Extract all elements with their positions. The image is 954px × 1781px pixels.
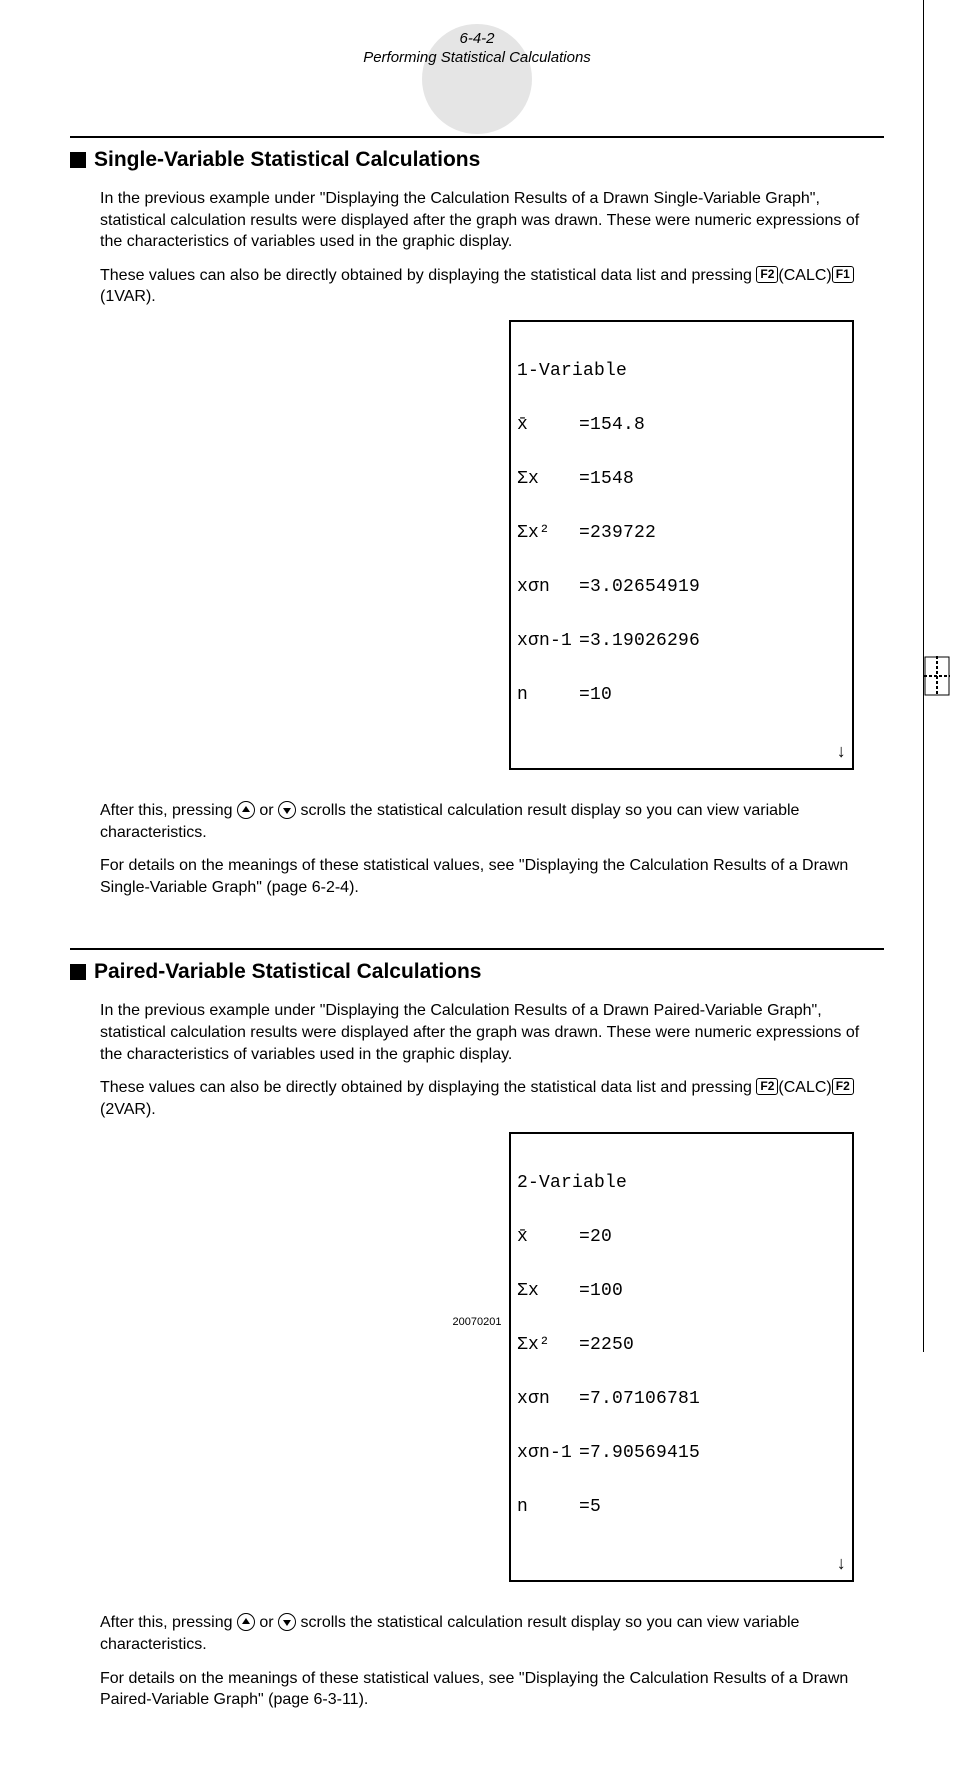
row-value: =3.02654919 [579, 578, 700, 596]
footer-date: 20070201 [0, 1316, 954, 1328]
screen-wrap: 2-Variable x̄=20 Σx=100 Σx²=2250 xσn=7.0… [70, 1132, 884, 1612]
page-content: 6-4-2 Performing Statistical Calculation… [0, 0, 954, 1781]
key-f1: F1 [832, 266, 854, 283]
section-single-variable: Single-Variable Statistical Calculations… [70, 136, 884, 898]
text: or [255, 1614, 278, 1631]
screen-row: n=10 [517, 686, 846, 704]
scroll-down-arrow-icon: ↓ [837, 742, 846, 760]
screen-row: n=5 [517, 1498, 846, 1516]
section-title-text: Paired-Variable Statistical Calculations [94, 960, 482, 984]
text: After this, pressing [100, 802, 237, 819]
text: These values can also be directly obtain… [100, 1079, 756, 1096]
row-label: n [517, 1498, 579, 1516]
para: These values can also be directly obtain… [100, 265, 884, 308]
row-label: Σx [517, 470, 579, 488]
black-square-icon [70, 964, 86, 980]
row-label: xσn-1 [517, 1444, 579, 1462]
page-header-title: Performing Statistical Calculations [70, 49, 884, 66]
page-header: 6-4-2 Performing Statistical Calculation… [70, 30, 884, 66]
row-label: Σx [517, 1282, 579, 1300]
screen-row: Σx²=239722 [517, 524, 846, 542]
text: These values can also be directly obtain… [100, 267, 756, 284]
row-label: Σx² [517, 524, 579, 542]
text: (1VAR). [100, 288, 156, 305]
key-f2: F2 [756, 266, 778, 283]
row-value: =100 [579, 1282, 623, 1300]
section-paired-variable: Paired-Variable Statistical Calculations… [70, 948, 884, 1710]
row-value: =239722 [579, 524, 656, 542]
text: or [255, 802, 278, 819]
screen-row: x̄=154.8 [517, 416, 846, 434]
para: After this, pressing or scrolls the stat… [100, 1612, 884, 1655]
section-rule [70, 136, 884, 138]
row-value: =7.90569415 [579, 1444, 700, 1462]
cursor-up-icon [237, 1613, 255, 1631]
para: In the previous example under "Displayin… [100, 1000, 884, 1065]
black-square-icon [70, 152, 86, 168]
section-title-single: Single-Variable Statistical Calculations [70, 148, 884, 172]
row-value: =154.8 [579, 416, 645, 434]
text: (2VAR). [100, 1101, 156, 1118]
row-value: =1548 [579, 470, 634, 488]
para: In the previous example under "Displayin… [100, 188, 884, 253]
calculator-screen-1var: 1-Variable x̄=154.8 Σx=1548 Σx²=239722 x… [509, 320, 854, 770]
screen-title: 2-Variable [517, 1174, 846, 1192]
para: After this, pressing or scrolls the stat… [100, 800, 884, 843]
text: (CALC) [778, 1079, 831, 1096]
screen-row: Σx=1548 [517, 470, 846, 488]
crop-mark-icon [924, 656, 950, 696]
row-value: =3.19026296 [579, 632, 700, 650]
section-title-paired: Paired-Variable Statistical Calculations [70, 960, 884, 984]
screen-title: 1-Variable [517, 362, 846, 380]
cursor-down-icon [278, 801, 296, 819]
calculator-screen-2var: 2-Variable x̄=20 Σx=100 Σx²=2250 xσn=7.0… [509, 1132, 854, 1582]
para: These values can also be directly obtain… [100, 1077, 884, 1120]
screen-row: xσn-1=7.90569415 [517, 1444, 846, 1462]
row-value: =5 [579, 1498, 601, 1516]
section-rule [70, 948, 884, 950]
row-value: =7.07106781 [579, 1390, 700, 1408]
screen-row: x̄=20 [517, 1228, 846, 1246]
key-f2: F2 [756, 1078, 778, 1095]
screen-row: xσn-1=3.19026296 [517, 632, 846, 650]
row-label: xσn [517, 578, 579, 596]
scroll-down-arrow-icon: ↓ [837, 1554, 846, 1572]
text: After this, pressing [100, 1614, 237, 1631]
screen-row: Σx=100 [517, 1282, 846, 1300]
row-value: =10 [579, 686, 612, 704]
row-label: x̄ [517, 416, 579, 434]
section-title-text: Single-Variable Statistical Calculations [94, 148, 480, 172]
text: (CALC) [778, 267, 831, 284]
screen-wrap: 1-Variable x̄=154.8 Σx=1548 Σx²=239722 x… [70, 320, 884, 800]
row-label: xσn-1 [517, 632, 579, 650]
para: For details on the meanings of these sta… [100, 1668, 884, 1711]
para: For details on the meanings of these sta… [100, 855, 884, 898]
row-label: x̄ [517, 1228, 579, 1246]
page-number: 6-4-2 [70, 30, 884, 47]
key-f2: F2 [832, 1078, 854, 1095]
row-value: =20 [579, 1228, 612, 1246]
row-label: xσn [517, 1390, 579, 1408]
cursor-up-icon [237, 801, 255, 819]
cursor-down-icon [278, 1613, 296, 1631]
screen-row: xσn=7.07106781 [517, 1390, 846, 1408]
row-label: n [517, 686, 579, 704]
screen-row: xσn=3.02654919 [517, 578, 846, 596]
